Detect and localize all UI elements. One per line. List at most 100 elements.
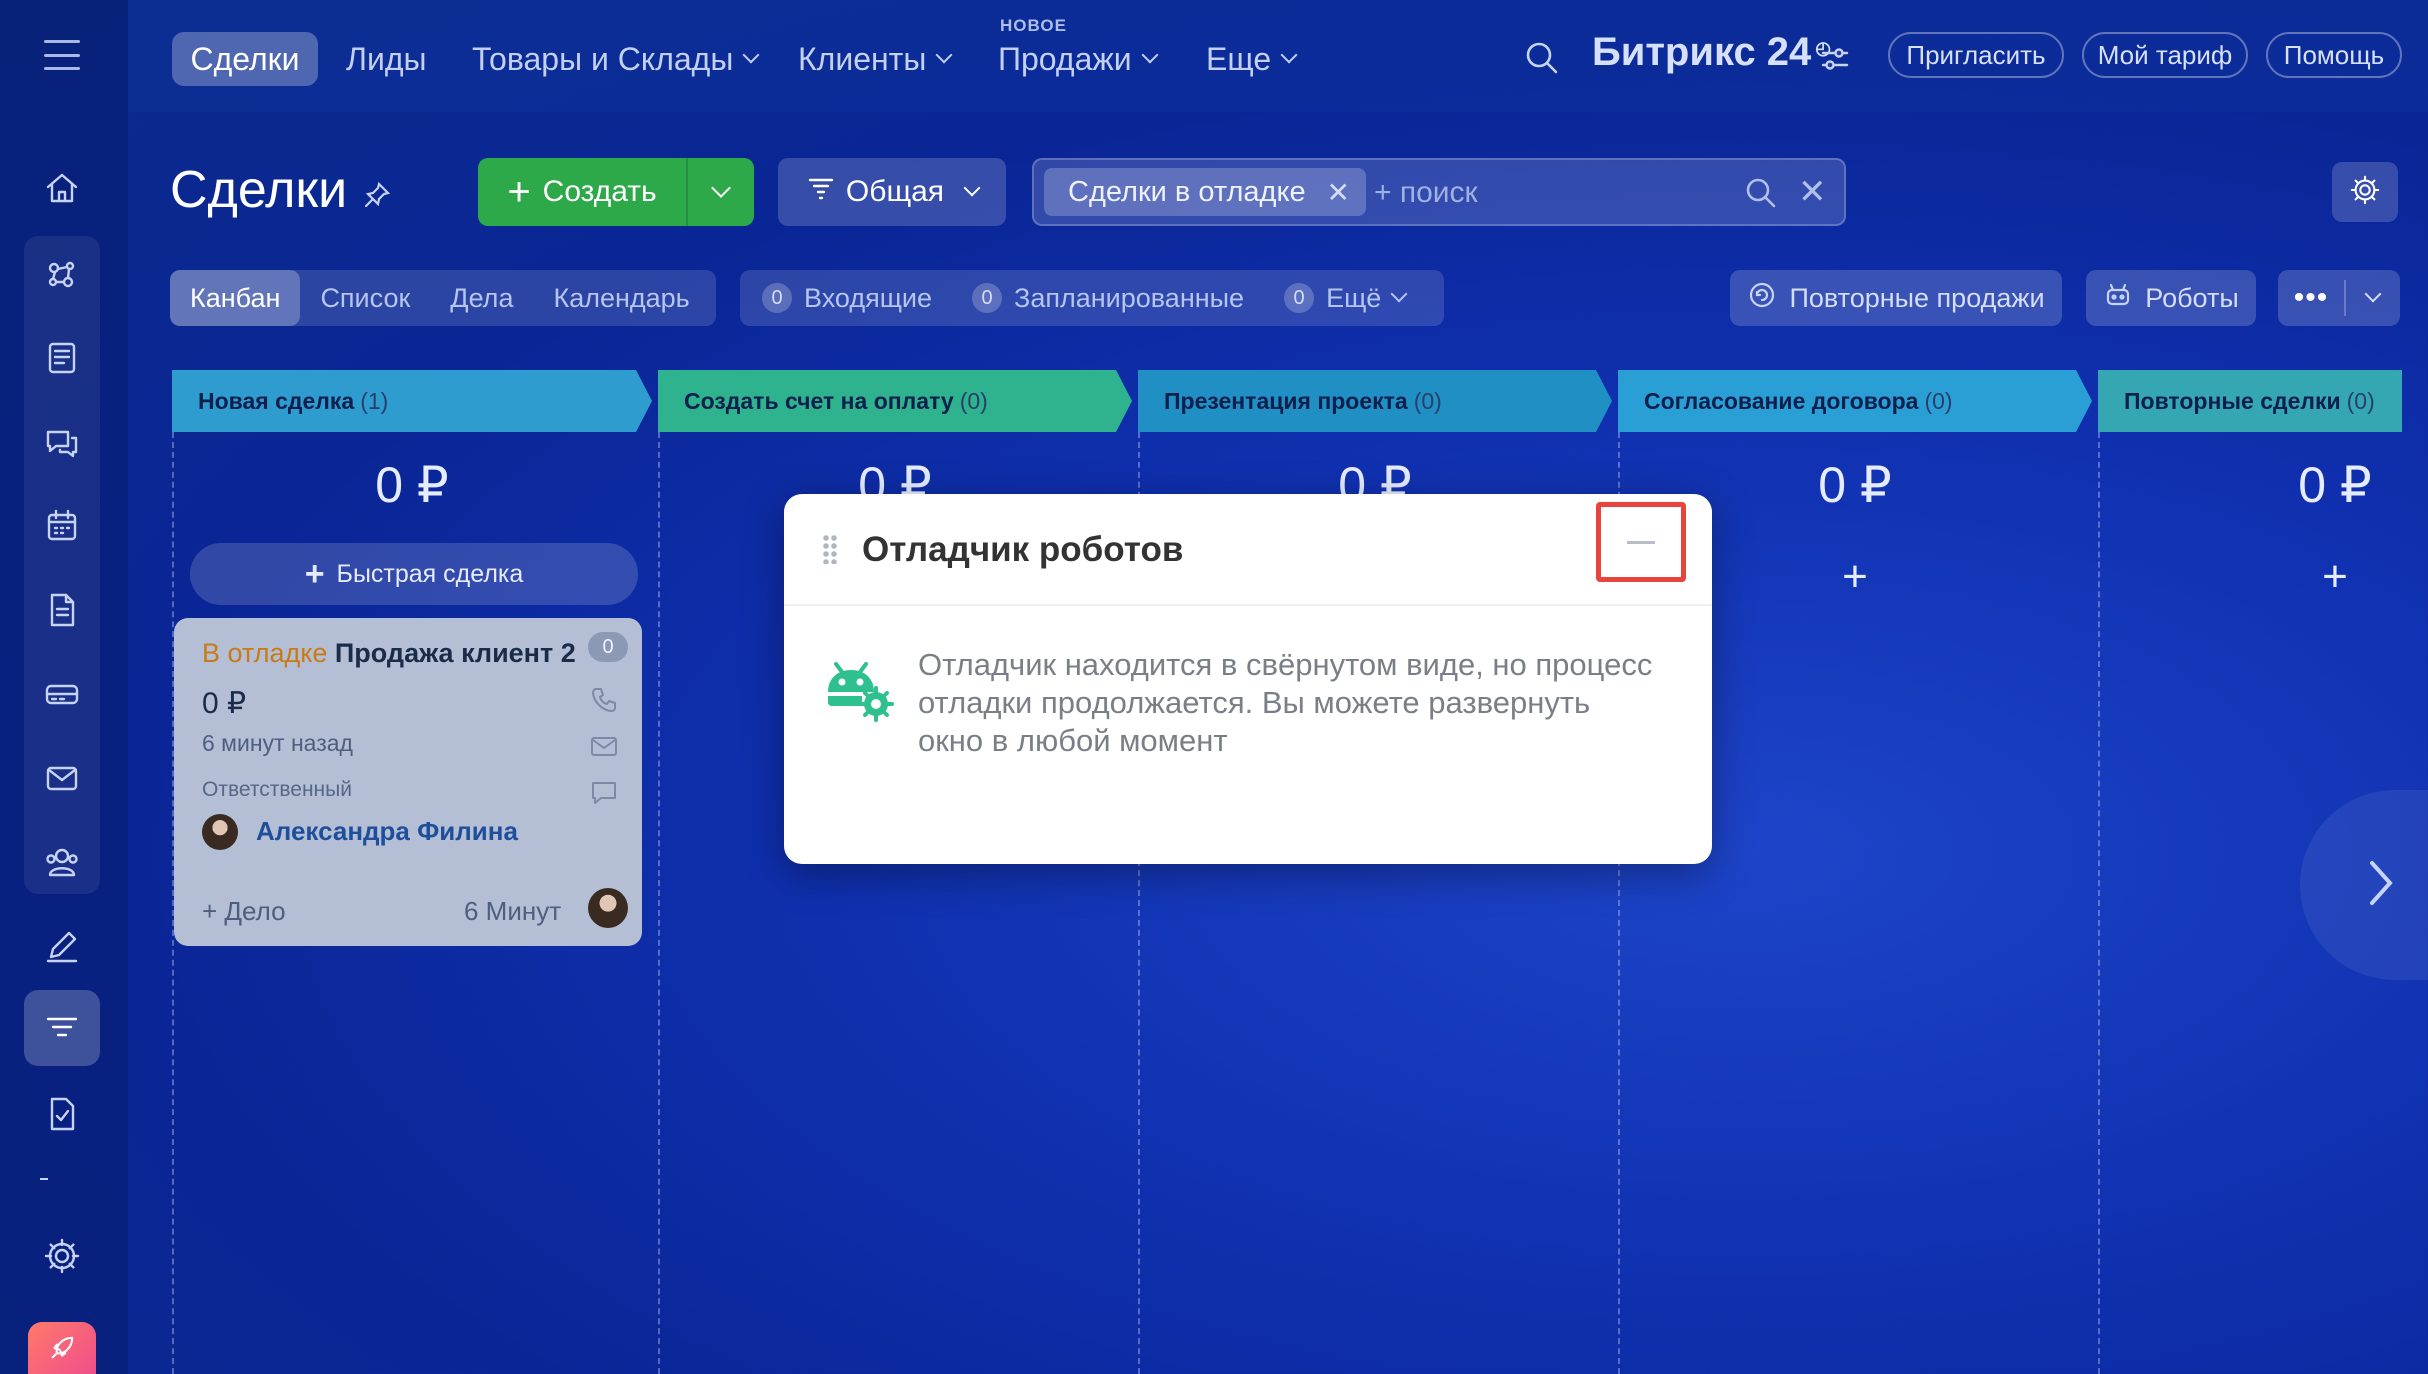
network-icon[interactable]	[38, 250, 86, 298]
stage-name: Согласование договора	[1644, 387, 1919, 414]
create-button[interactable]: + Создать	[478, 158, 754, 226]
scroll-right-button[interactable]	[2300, 790, 2428, 980]
stage-count: (0)	[1413, 387, 1442, 414]
nav-leads-label: Лиды	[346, 40, 427, 77]
more-icon[interactable]: •••	[2278, 280, 2346, 316]
add-deal-button[interactable]: +	[2098, 552, 2428, 602]
popup-header: Отладчик роботов	[784, 494, 1712, 606]
active-filter-chip[interactable]: Сделки в отладке ✕	[1044, 168, 1366, 216]
create-button-main[interactable]: + Создать	[478, 158, 688, 226]
stage-sum: 0 ₽	[375, 457, 449, 513]
nav-sales[interactable]: Продажи	[998, 32, 1159, 86]
plus-icon: +	[304, 554, 325, 593]
stage-header-presentation[interactable]: Презентация проекта (0)	[1138, 370, 1612, 432]
task-icon[interactable]	[38, 1090, 86, 1138]
stage-header-contract[interactable]: Согласование договора (0)	[1618, 370, 2092, 432]
popup-message: Отладчик находится в свёрнутом виде, но …	[918, 647, 1653, 758]
help-button[interactable]: Помощь	[2266, 32, 2402, 78]
deal-card[interactable]: В отладке Продажа клиент 2 0 0 ₽ 6 минут…	[174, 618, 642, 946]
rocket-icon[interactable]	[28, 1322, 96, 1374]
sliders-icon[interactable]	[1818, 42, 1852, 76]
view-switcher: Канбан Список Дела Календарь	[170, 270, 716, 326]
search-field[interactable]: Сделки в отладке ✕ + поиск ✕	[1032, 158, 1846, 226]
counter-incoming[interactable]: 0 Входящие	[762, 283, 932, 314]
stage-header-invoice[interactable]: Создать счет на оплату (0)	[658, 370, 1132, 432]
nav-clients[interactable]: Клиенты	[798, 32, 953, 86]
gear-icon[interactable]	[38, 1232, 86, 1280]
document-icon[interactable]	[38, 586, 86, 634]
sign-icon[interactable]	[38, 922, 86, 970]
stage-name: Новая сделка	[198, 387, 355, 414]
create-dropdown-toggle[interactable]	[688, 178, 754, 198]
tab-activities[interactable]: Дела	[430, 270, 533, 326]
nav-products[interactable]: Товары и Склады	[472, 32, 760, 86]
more-dropdown-toggle[interactable]	[2346, 285, 2400, 303]
stage-header-repeat[interactable]: Повторные сделки (0)	[2098, 370, 2402, 432]
tab-list[interactable]: Список	[300, 270, 430, 326]
stage-name: Презентация проекта	[1164, 387, 1408, 414]
drag-handle-icon[interactable]	[822, 534, 838, 564]
tariff-button[interactable]: Мой тариф	[2082, 32, 2248, 78]
deal-title[interactable]: В отладке Продажа клиент 2	[202, 638, 576, 669]
chat-icon[interactable]	[38, 418, 86, 466]
menu-icon[interactable]	[44, 40, 80, 70]
counter-more[interactable]: 0 Ещё	[1284, 282, 1408, 314]
mail-icon[interactable]	[38, 754, 86, 802]
minimize-button[interactable]	[1596, 502, 1686, 582]
feed-icon[interactable]	[38, 334, 86, 382]
chevron-down-icon	[1390, 285, 1408, 303]
responsible-name[interactable]: Александра Филина	[256, 816, 518, 847]
more-actions-button[interactable]: •••	[2278, 270, 2400, 326]
funnel-icon[interactable]	[38, 1004, 86, 1052]
robots-button[interactable]: Роботы	[2086, 270, 2256, 326]
chevron-down-icon	[711, 178, 731, 198]
comment-icon[interactable]	[588, 776, 620, 813]
stage-count: (0)	[1924, 387, 1953, 414]
phone-icon[interactable]	[588, 684, 620, 721]
clear-search-icon[interactable]: ✕	[1798, 172, 1827, 212]
counter-badge: 0	[762, 283, 792, 313]
counter-badge: 0	[1284, 283, 1315, 313]
close-icon[interactable]: ✕	[1327, 176, 1350, 209]
nav-more-label: Еще	[1206, 40, 1272, 77]
filter-preset-label: Общая	[845, 175, 945, 208]
responsible-label: Ответственный	[202, 778, 352, 801]
calendar-icon[interactable]	[38, 502, 86, 550]
stage-header-new[interactable]: Новая сделка (1)	[172, 370, 652, 432]
minimize-icon	[1627, 540, 1655, 544]
contacts-icon[interactable]	[38, 838, 86, 886]
counters-panel: 0 Входящие 0 Запланированные 0 Ещё	[740, 270, 1444, 326]
nav-leads[interactable]: Лиды	[346, 32, 427, 86]
nav-more[interactable]: Еще	[1206, 32, 1298, 86]
brand-logo[interactable]: Битрикс 24 ◴	[1592, 30, 1831, 75]
invite-button[interactable]: Пригласить	[1888, 32, 2064, 78]
mail-icon[interactable]	[588, 730, 620, 767]
debug-tag: В отладке	[202, 638, 328, 668]
chevron-down-icon	[963, 179, 981, 197]
repeat-sales-button[interactable]: Повторные продажи	[1730, 270, 2062, 326]
filter-preset-button[interactable]: Общая	[778, 158, 1006, 226]
nav-products-label: Товары и Склады	[472, 40, 734, 77]
nav-deals[interactable]: Сделки	[172, 32, 318, 86]
deal-time: 6 Минут	[464, 896, 562, 926]
chevron-down-icon	[1141, 46, 1159, 64]
home-icon[interactable]	[38, 164, 86, 212]
quick-deal-button[interactable]: + Быстрая сделка	[190, 543, 638, 605]
tab-calendar[interactable]: Календарь	[533, 270, 709, 326]
popup-title: Отладчик роботов	[862, 530, 1184, 569]
counter-planned[interactable]: 0 Запланированные	[972, 283, 1244, 314]
deal-sum: 0 ₽	[202, 687, 247, 720]
search-input[interactable]: + поиск	[1374, 176, 1478, 210]
robots-label: Роботы	[2145, 282, 2239, 313]
stage-count: (1)	[360, 387, 389, 414]
pin-icon[interactable]	[362, 180, 392, 210]
stage-sum: 0 ₽	[2298, 457, 2372, 513]
counter-label: Ещё	[1326, 282, 1382, 313]
kanban-settings-button[interactable]	[2332, 162, 2398, 222]
drive-icon[interactable]	[38, 670, 86, 718]
search-icon[interactable]	[1522, 38, 1562, 78]
tab-kanban[interactable]: Канбан	[170, 270, 301, 326]
search-icon[interactable]	[1744, 176, 1778, 210]
filter-icon	[806, 173, 836, 211]
add-activity-link[interactable]: + Дело	[202, 896, 286, 927]
